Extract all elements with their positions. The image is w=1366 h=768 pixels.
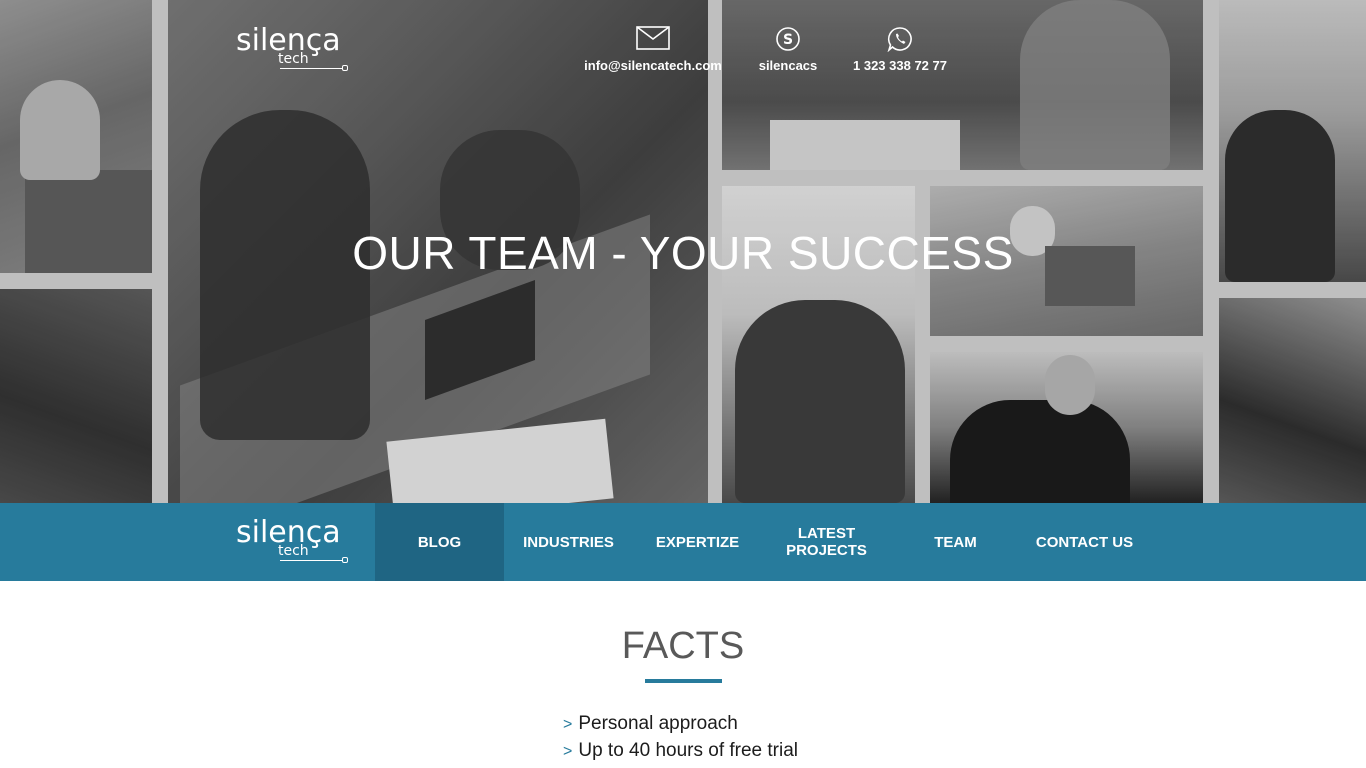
nav-item-latest-projects[interactable]: LATEST PROJECTS (762, 503, 891, 581)
contact-email-text: info@silencatech.com (584, 58, 722, 73)
fact-text: Personal approach (578, 713, 738, 734)
contact-phone[interactable]: 1 323 338 72 77 (848, 26, 952, 73)
logo[interactable]: silença tech (236, 26, 348, 74)
contact-email[interactable]: info@silencatech.com (580, 26, 726, 73)
contact-skype-text: silencacs (758, 58, 818, 73)
logo-subtext: tech (278, 543, 309, 559)
hero-title: OUR TEAM - YOUR SUCCESS (352, 227, 1014, 279)
nav-item-blog[interactable]: BLOG (375, 503, 504, 581)
chevron-right-icon: > (563, 743, 573, 760)
facts-underline (645, 679, 722, 683)
logo-subtext: tech (278, 51, 309, 67)
contact-skype[interactable]: S silencacs (752, 26, 824, 73)
contact-phone-text: 1 323 338 72 77 (853, 58, 947, 73)
nav-item-team[interactable]: TEAM (891, 503, 1020, 581)
whatsapp-icon (848, 26, 952, 53)
main-navigation: silença tech BLOG INDUSTRIES EXPERTIZE L… (0, 503, 1366, 581)
nav-item-contact-us[interactable]: CONTACT US (1020, 503, 1149, 581)
hero-banner: silença tech info@silencatech.com S sile… (0, 0, 1366, 503)
chevron-right-icon: > (563, 716, 573, 733)
facts-heading: FACTS (621, 625, 745, 667)
nav-item-expertize[interactable]: EXPERTIZE (633, 503, 762, 581)
envelope-icon (580, 26, 726, 52)
list-item: > Up to 40 hours of free trial (563, 738, 798, 765)
skype-icon: S (752, 26, 824, 52)
nav-item-industries[interactable]: INDUSTRIES (504, 503, 633, 581)
fact-text: Up to 40 hours of free trial (578, 740, 799, 761)
svg-text:S: S (783, 32, 793, 48)
nav-logo[interactable]: silença tech (236, 518, 348, 566)
list-item: > Personal approach (563, 711, 798, 738)
facts-list: > Personal approach > Up to 40 hours of fr… (563, 711, 798, 765)
